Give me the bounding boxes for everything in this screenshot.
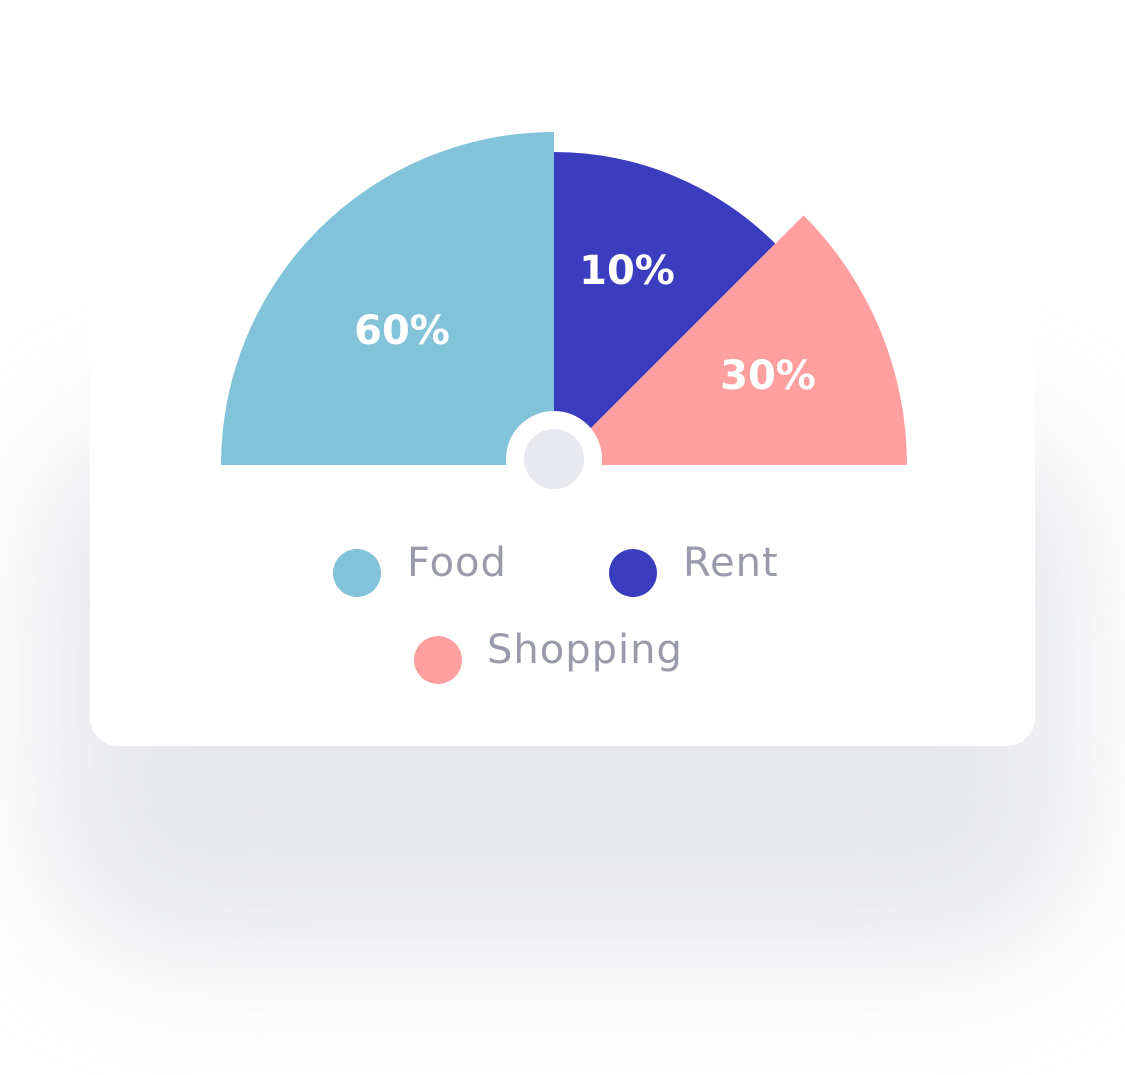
legend-dot-rent — [609, 549, 657, 597]
legend-label-shopping: Shopping — [487, 627, 683, 673]
center-hub — [524, 429, 584, 489]
slice-label-rent: 10% — [579, 248, 675, 294]
slice-label-shopping: 30% — [720, 353, 816, 399]
slice-food — [221, 132, 554, 465]
legend-label-rent: Rent — [683, 540, 779, 586]
legend-label-food: Food — [407, 540, 507, 586]
legend-dot-food — [333, 549, 381, 597]
legend-dot-shopping — [414, 636, 462, 684]
slice-label-food: 60% — [354, 308, 450, 354]
semicircle-pie-chart: 60% 10% 30% — [221, 132, 907, 507]
